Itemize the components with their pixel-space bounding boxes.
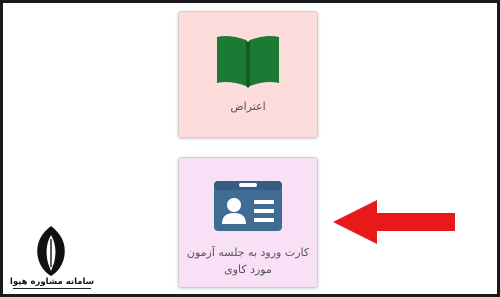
objection-card-label: اعتراض bbox=[230, 100, 266, 113]
book-icon bbox=[217, 36, 279, 88]
entry-card-card[interactable]: کارت ورود به جلسه آزمون مورد کاوی bbox=[178, 157, 318, 288]
objection-card[interactable]: اعتراض bbox=[178, 11, 318, 138]
pen-nib-icon bbox=[37, 226, 65, 276]
red-arrow-icon bbox=[333, 200, 455, 244]
screenshot-frame: اعتراض کارت ورود به جلسه آزمون مورد کاوی… bbox=[0, 0, 500, 297]
entry-card-label: کارت ورود به جلسه آزمون مورد کاوی bbox=[186, 246, 310, 276]
logo-text: سامانه مشاوره هپوا bbox=[9, 277, 95, 287]
logo-underline bbox=[13, 288, 91, 289]
id-card-icon bbox=[214, 181, 282, 231]
logo: سامانه مشاوره هپوا bbox=[9, 225, 95, 291]
